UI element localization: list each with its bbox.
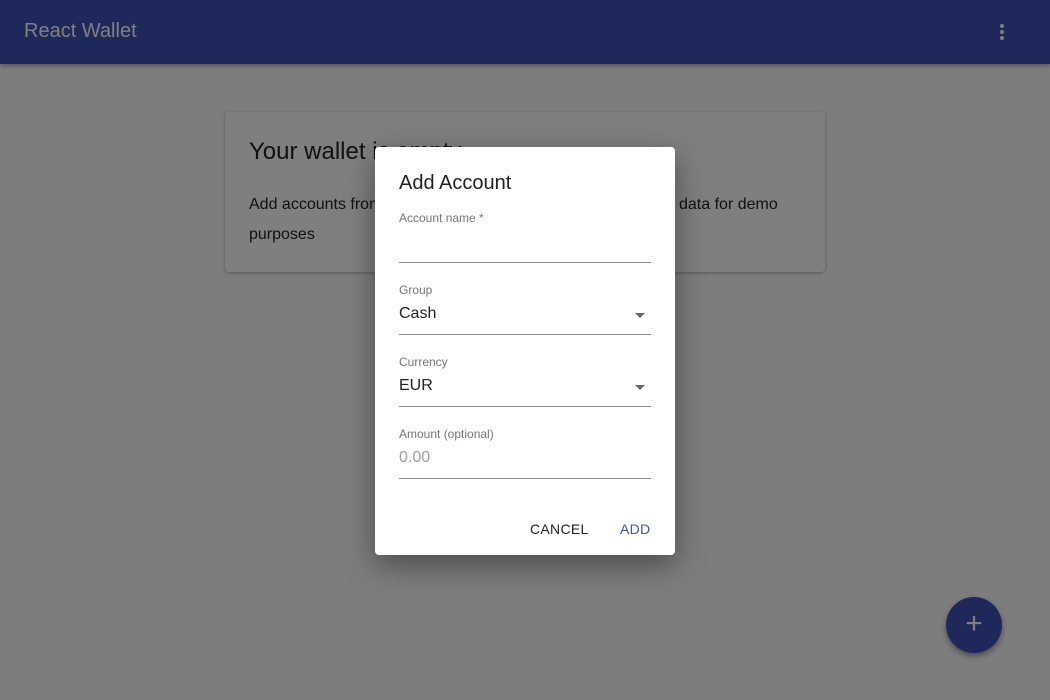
cancel-button[interactable]: CANCEL bbox=[530, 521, 589, 537]
account-name-field[interactable]: Account name * bbox=[399, 211, 651, 263]
currency-value: EUR bbox=[399, 377, 433, 394]
amount-label: Amount (optional) bbox=[399, 427, 494, 441]
currency-label: Currency bbox=[399, 355, 448, 369]
add-button[interactable]: ADD bbox=[620, 521, 650, 537]
group-label: Group bbox=[399, 283, 433, 297]
amount-input[interactable]: 0.00 bbox=[399, 449, 430, 467]
dialog-title: Add Account bbox=[399, 172, 512, 194]
add-account-dialog: Add Account Account name * Group Cash Cu… bbox=[375, 147, 675, 555]
amount-field[interactable]: Amount (optional) 0.00 bbox=[399, 427, 651, 479]
dropdown-arrow-icon bbox=[635, 385, 645, 390]
account-name-label: Account name * bbox=[399, 211, 484, 225]
group-select[interactable]: Group Cash bbox=[399, 283, 651, 335]
dropdown-arrow-icon bbox=[635, 313, 645, 318]
currency-select[interactable]: Currency EUR bbox=[399, 355, 651, 407]
group-value: Cash bbox=[399, 305, 437, 322]
